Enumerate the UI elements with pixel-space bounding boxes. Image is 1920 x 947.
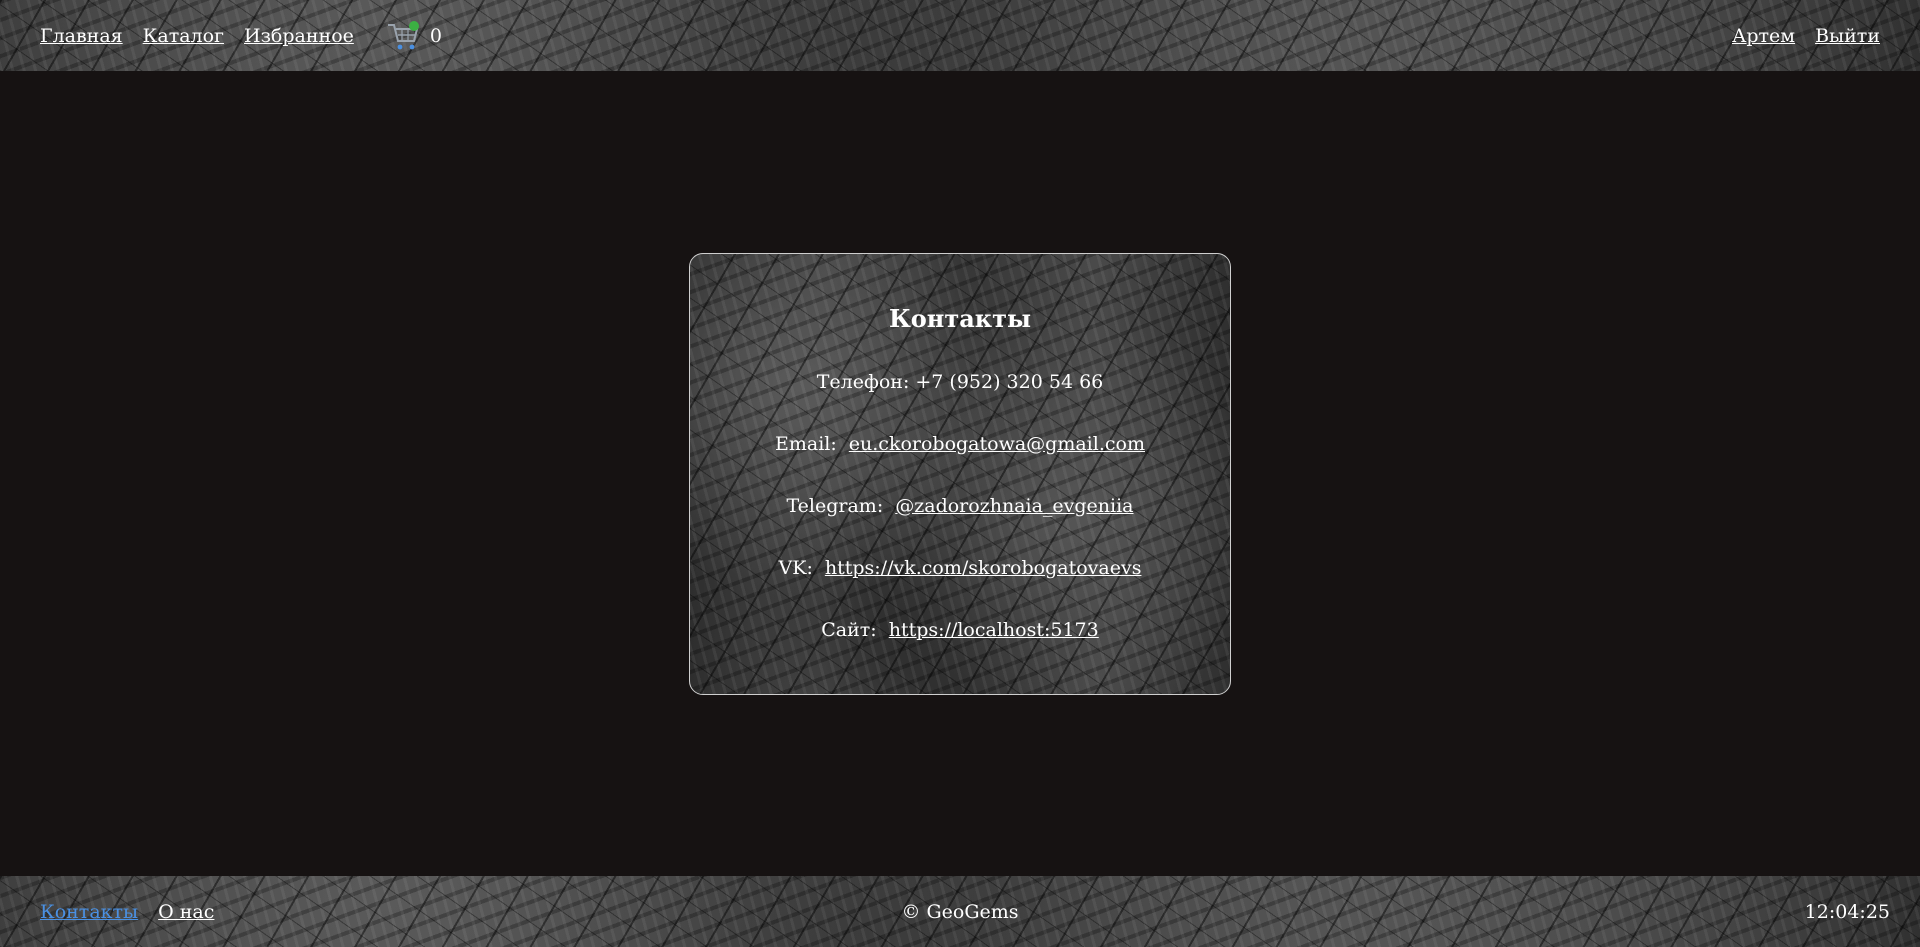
- contacts-title: Контакты: [888, 304, 1032, 333]
- nav-favorites-link[interactable]: Избранное: [244, 25, 354, 47]
- vk-link[interactable]: https://vk.com/skorobogatovaevs: [825, 557, 1142, 579]
- email-link[interactable]: eu.ckorobogatowa@gmail.com: [849, 433, 1145, 455]
- copyright-text: © GeoGems: [901, 900, 1019, 923]
- main-nav: Главная Каталог Избранное 0: [40, 20, 442, 52]
- cart-icon: [386, 20, 422, 52]
- user-nav: Артем Выйти: [1732, 25, 1880, 47]
- footer-about-link[interactable]: О нас: [158, 901, 214, 923]
- telegram-link[interactable]: @zadorozhnaia_evgeniia: [895, 495, 1133, 517]
- footer-nav: Контакты О нас: [40, 901, 214, 923]
- phone-row: Телефон: +7 (952) 320 54 66: [690, 369, 1230, 395]
- site-row: Сайт: https://localhost:5173: [690, 617, 1230, 643]
- site-label: Сайт:: [821, 619, 877, 641]
- vk-row: VK: https://vk.com/skorobogatovaevs: [690, 555, 1230, 581]
- logout-link[interactable]: Выйти: [1815, 25, 1880, 47]
- nav-home-link[interactable]: Главная: [40, 25, 123, 47]
- telegram-row: Telegram: @zadorozhnaia_evgeniia: [690, 493, 1230, 519]
- phone-text: Телефон: +7 (952) 320 54 66: [816, 371, 1104, 393]
- site-link[interactable]: https://localhost:5173: [889, 619, 1099, 641]
- top-nav-bar: Главная Каталог Избранное 0 Артем Выйти: [0, 0, 1920, 71]
- vk-label: VK:: [778, 557, 813, 579]
- email-label: Email:: [775, 433, 837, 455]
- contacts-card: Контакты Телефон: +7 (952) 320 54 66 Ema…: [689, 253, 1231, 695]
- footer-contacts-link[interactable]: Контакты: [40, 901, 138, 923]
- clock-time: 12:04:25: [1804, 900, 1890, 923]
- user-profile-link[interactable]: Артем: [1732, 25, 1795, 47]
- telegram-label: Telegram:: [786, 495, 884, 517]
- cart-button[interactable]: 0: [386, 20, 442, 52]
- footer-bar: Контакты О нас © GeoGems 12:04:25: [0, 876, 1920, 947]
- nav-catalog-link[interactable]: Каталог: [143, 25, 224, 47]
- cart-count: 0: [429, 24, 442, 47]
- email-row: Email: eu.ckorobogatowa@gmail.com: [690, 431, 1230, 457]
